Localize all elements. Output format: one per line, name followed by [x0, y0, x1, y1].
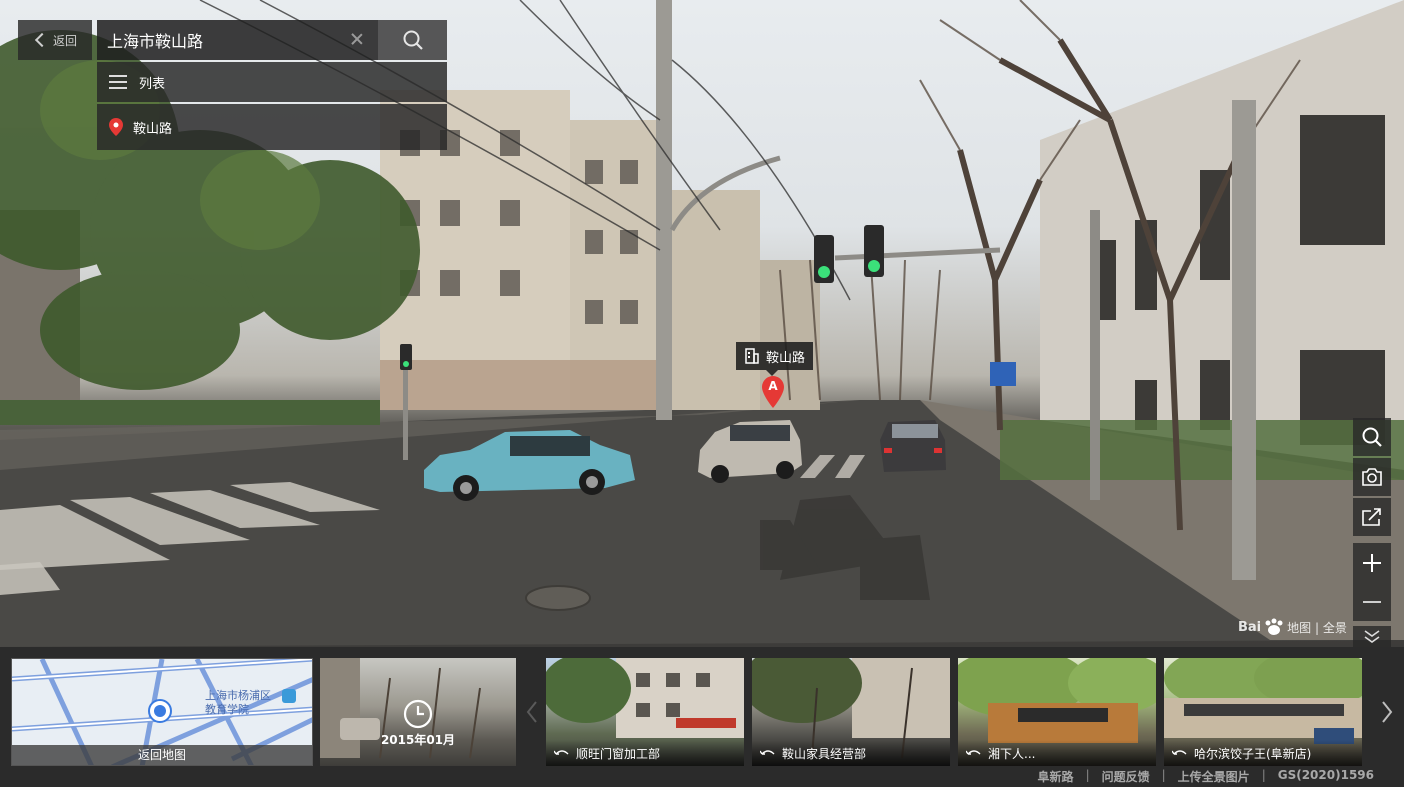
clock-icon — [403, 699, 433, 729]
zoom-in-button[interactable] — [1353, 543, 1391, 583]
double-chevron-down-icon — [1364, 630, 1380, 643]
search-result-item[interactable]: 鞍山路 — [97, 104, 447, 150]
baidu-watermark: Bai 地图 | 全景 — [1238, 618, 1347, 636]
dark-car — [880, 420, 946, 472]
collapse-strip-button[interactable] — [1353, 626, 1391, 648]
thumb-label: 哈尔滨饺子王(阜新店) — [1194, 746, 1312, 761]
marker-a[interactable]: A — [762, 376, 784, 408]
screenshot-button[interactable] — [1353, 458, 1391, 496]
back-label: 返回 — [52, 33, 77, 48]
footer-separator: | — [1085, 768, 1090, 782]
baidu-paw-logo — [1265, 618, 1283, 635]
thumb-label: 鞍山家具经营部 — [782, 746, 867, 761]
panorama-rotate-icon — [760, 750, 775, 755]
thumb-caption: 鞍山家具经营部 — [752, 740, 950, 766]
search-input[interactable] — [107, 30, 337, 50]
minimap-place-label: 上海市杨浦区 教育学院 — [205, 689, 271, 717]
camera-icon — [1362, 468, 1382, 486]
capture-date: 2015年01月 — [380, 733, 456, 747]
panorama-search-button[interactable] — [1353, 418, 1391, 456]
chevron-right-icon — [1382, 701, 1393, 723]
place-label-line1: 上海市杨浦区 — [205, 689, 271, 702]
location-pin-icon — [109, 118, 123, 136]
result-label: 鞍山路 — [133, 121, 173, 137]
search-icon — [403, 30, 423, 50]
back-to-map-button[interactable]: 返回地图 — [12, 745, 312, 765]
nearby-thumb-4[interactable]: 哈尔滨饺子王(阜新店) — [1164, 658, 1362, 766]
footer-road: 阜新路 — [1037, 770, 1074, 784]
search-icon — [1362, 427, 1382, 447]
zoom-out-button[interactable] — [1353, 583, 1391, 621]
place-label-line2: 教育学院 — [205, 703, 249, 716]
nearby-thumb-1[interactable]: 顺旺门窗加工部 — [546, 658, 744, 766]
marker-letter: A — [768, 379, 778, 393]
list-toggle[interactable]: 列表 — [97, 62, 447, 102]
back-button[interactable]: 返回 — [18, 20, 92, 60]
plus-icon — [1363, 554, 1381, 572]
panorama-rotate-icon — [1172, 750, 1187, 755]
thumb-caption: 哈尔滨饺子王(阜新店) — [1164, 740, 1362, 766]
minus-icon — [1363, 601, 1381, 603]
thumb-label: 湘下人... — [988, 746, 1036, 761]
thumb-caption: 顺旺门窗加工部 — [546, 740, 744, 766]
panorama-rotate-icon — [966, 750, 981, 755]
thumb-caption: 湘下人... — [958, 740, 1156, 766]
search-button[interactable] — [378, 20, 447, 60]
clear-icon[interactable] — [350, 32, 364, 46]
thumbnails-next-button[interactable] — [1381, 700, 1393, 724]
time-machine-card[interactable]: 2015年01月 — [320, 658, 516, 766]
thumbnails-prev-button[interactable] — [526, 700, 538, 724]
building-icon — [745, 348, 759, 364]
thumb-label: 顺旺门窗加工部 — [576, 746, 661, 761]
poi-label[interactable]: 鞍山路 — [736, 342, 814, 376]
feedback-link[interactable]: 问题反馈 — [1102, 768, 1150, 785]
nearby-thumb-2[interactable]: 鞍山家具经营部 — [752, 658, 950, 766]
search-box — [97, 20, 378, 60]
minimap[interactable]: 上海市杨浦区 教育学院 返回地图 — [11, 658, 313, 766]
panorama-rotate-icon — [554, 750, 569, 755]
chevron-left-icon — [34, 32, 50, 48]
list-icon — [109, 75, 127, 89]
nearby-thumb-3[interactable]: 湘下人... — [958, 658, 1156, 766]
footer-links: 阜新路 | 问题反馈 | 上传全景图片 | GS(2020)1596 — [1038, 768, 1374, 785]
list-label: 列表 — [139, 76, 166, 92]
share-button[interactable] — [1353, 498, 1391, 536]
watermark-brand: Bai — [1238, 619, 1262, 635]
chevron-left-icon — [526, 701, 537, 723]
watermark-product: 地图 | 全景 — [1287, 620, 1347, 635]
license-number: GS(2020)1596 — [1277, 768, 1374, 782]
footer-separator: | — [1261, 768, 1266, 782]
poi-name: 鞍山路 — [766, 350, 806, 366]
share-icon — [1362, 508, 1381, 526]
footer-separator: | — [1161, 768, 1166, 782]
upload-panorama-link[interactable]: 上传全景图片 — [1178, 768, 1250, 785]
